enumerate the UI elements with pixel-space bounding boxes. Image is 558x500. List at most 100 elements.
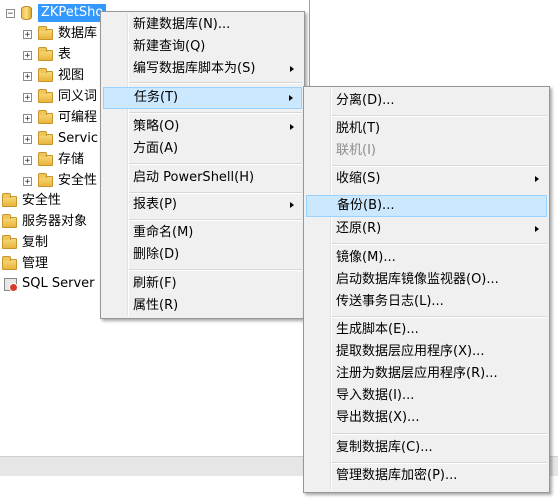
expand-icon[interactable]: + [23,156,32,166]
submenu-arrow-icon [290,124,294,130]
menu-item-manage-database-encryption[interactable]: 管理数据库加密(P)... [306,465,547,487]
expand-icon[interactable]: + [23,114,32,124]
expand-icon[interactable]: + [23,177,32,187]
menu-item-label: 策略(O) [133,119,180,134]
tree-node-programmability[interactable]: + 可编程 [0,108,110,128]
menu-separator [129,112,302,114]
menu-separator [129,163,302,165]
menu-item-take-offline[interactable]: 脱机(T) [306,118,547,140]
menu-separator [332,243,547,245]
expand-icon[interactable]: + [23,72,32,82]
tree-node-label: 数据库 [58,26,98,41]
menu-item-label: 复制数据库(C)... [336,440,433,455]
tree-node-db-security[interactable]: + 安全性 [0,171,110,191]
menu-item-label: 管理数据库加密(P)... [336,468,458,483]
folder-icon [38,26,53,40]
menu-item-label: 属性(R) [133,298,179,313]
folder-icon [38,47,53,61]
menu-item-generate-scripts[interactable]: 生成脚本(E)... [306,319,547,341]
menu-item-facets[interactable]: 方面(A) [103,138,302,160]
folder-icon [2,214,17,228]
sql-agent-icon [4,278,18,292]
tree-node-databases[interactable]: + 数据库 [0,24,110,44]
menu-item-backup[interactable]: 备份(B)... [306,195,547,217]
folder-icon [38,110,53,124]
tree-node-label: 管理 [22,256,49,271]
menu-item-reports[interactable]: 报表(P) [103,194,302,216]
menu-item-copy-database[interactable]: 复制数据库(C)... [306,437,547,459]
tree-node-management[interactable]: 管理 [0,254,100,274]
menu-item-label: 删除(D) [133,247,180,262]
folder-icon [38,68,53,82]
menu-item-script-database-as[interactable]: 编写数据库脚本为(S) [103,58,302,80]
menu-item-import-data[interactable]: 导入数据(I)... [306,385,547,407]
tree-node-sql-server-agent[interactable]: SQL Server [0,274,100,294]
menu-item-label: 启动数据库镜像监视器(O)... [336,272,499,287]
menu-item-start-powershell[interactable]: 启动 PowerShell(H) [103,167,302,189]
tree-node-tables[interactable]: + 表 [0,45,110,65]
menu-item-label: 启动 PowerShell(H) [133,170,255,185]
menu-item-extract-data-tier-app[interactable]: 提取数据层应用程序(X)... [306,341,547,363]
menu-item-new-database[interactable]: 新建数据库(N)... [103,14,302,36]
folder-icon [2,235,17,249]
context-menu: 新建数据库(N)... 新建查询(Q) 编写数据库脚本为(S) 任务(T) 策略… [100,11,305,319]
menu-item-label: 提取数据层应用程序(X)... [336,344,485,359]
submenu-arrow-icon [289,95,293,101]
menu-item-ship-transaction-logs[interactable]: 传送事务日志(L)... [306,291,547,313]
menu-separator [129,269,302,271]
tree-node-storage[interactable]: + 存储 [0,150,110,170]
menu-item-new-query[interactable]: 新建查询(Q) [103,36,302,58]
submenu-arrow-icon [535,176,539,182]
submenu-arrow-icon [535,226,539,232]
expand-icon[interactable]: + [23,51,32,61]
tree-node-replication[interactable]: 复制 [0,233,100,253]
menu-item-properties[interactable]: 属性(R) [103,295,302,317]
menu-item-launch-mirroring-monitor[interactable]: 启动数据库镜像监视器(O)... [306,269,547,291]
menu-item-detach[interactable]: 分离(D)... [306,90,547,112]
submenu-arrow-icon [290,202,294,208]
folder-icon [2,256,17,270]
menu-separator [332,115,547,117]
menu-separator [332,316,547,318]
tree-node-label: 复制 [22,235,49,250]
expand-icon[interactable]: + [23,30,32,40]
menu-item-delete[interactable]: 删除(D) [103,244,302,266]
tree-node-service-broker[interactable]: + Servic [0,129,110,149]
menu-item-label: 编写数据库脚本为(S) [133,61,256,76]
menu-item-label: 任务(T) [134,90,179,105]
menu-item-shrink[interactable]: 收缩(S) [306,168,547,190]
menu-item-export-data[interactable]: 导出数据(X)... [306,407,547,429]
expand-icon[interactable]: + [23,135,32,145]
menu-item-mirror[interactable]: 镜像(M)... [306,247,547,269]
tree-node-label: 同义词 [58,89,98,104]
menu-item-rename[interactable]: 重命名(M) [103,222,302,244]
folder-icon [38,152,53,166]
tree-node-label: 可编程 [58,110,98,125]
tree-node-synonyms[interactable]: + 同义词 [0,87,110,107]
menu-item-policies[interactable]: 策略(O) [103,116,302,138]
folder-icon [38,89,53,103]
menu-item-label: 传送事务日志(L)... [336,294,444,309]
tree-node-label: 视图 [58,68,85,83]
menu-item-refresh[interactable]: 刷新(F) [103,273,302,295]
tree-node-label: 安全性 [22,193,62,208]
menu-item-restore[interactable]: 还原(R) [306,218,547,240]
menu-item-label: 还原(R) [336,221,382,236]
menu-item-label: 收缩(S) [336,171,381,186]
tree-node-label: SQL Server [22,276,95,291]
menu-item-label: 备份(B)... [337,198,395,213]
tree-node-views[interactable]: + 视图 [0,66,110,86]
collapse-icon[interactable]: − [6,9,15,19]
menu-item-label: 方面(A) [133,141,179,156]
menu-item-label: 新建数据库(N)... [133,17,231,32]
menu-item-label: 镜像(M)... [336,250,396,265]
tasks-submenu: 分离(D)... 脱机(T) 联机(I) 收缩(S) 备份(B)... 还原(R… [303,86,550,493]
menu-item-label: 重命名(M) [133,225,194,240]
tree-node-label: 表 [58,47,72,62]
expand-icon[interactable]: + [23,93,32,103]
menu-item-register-data-tier-app[interactable]: 注册为数据层应用程序(R)... [306,363,547,385]
tree-node-security[interactable]: 安全性 [0,191,100,211]
menu-item-tasks[interactable]: 任务(T) [103,87,302,109]
menu-separator [332,462,547,464]
tree-node-server-objects[interactable]: 服务器对象 [0,212,100,232]
